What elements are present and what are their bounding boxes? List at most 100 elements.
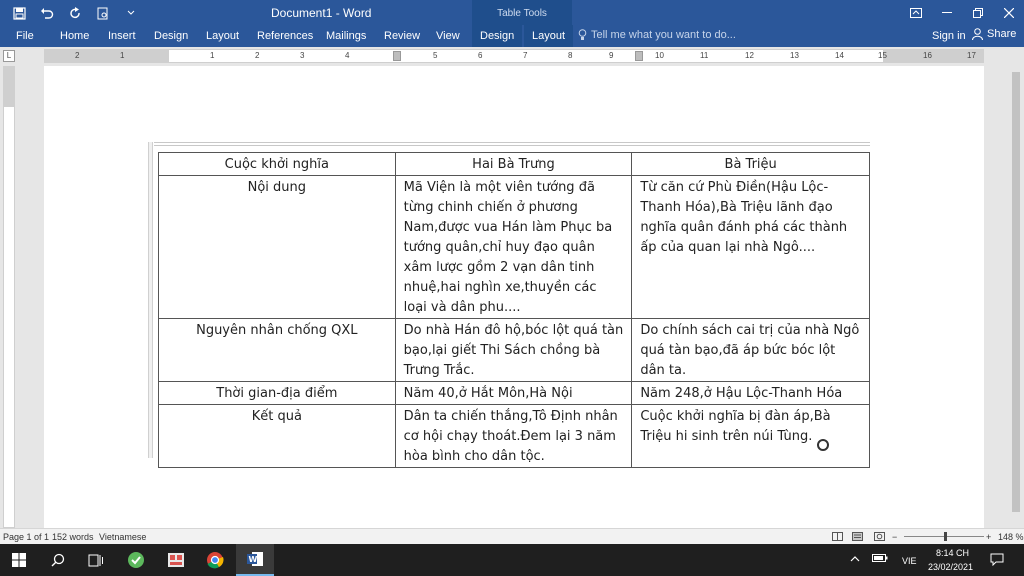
tray-overflow-icon[interactable] xyxy=(850,554,860,564)
restore-icon[interactable] xyxy=(963,0,993,25)
vertical-ruler[interactable] xyxy=(3,66,15,528)
share-label: Share xyxy=(987,28,1017,40)
horizontal-ruler[interactable]: 2 1 1 2 3 4 5 6 7 8 9 10 11 12 13 14 15 … xyxy=(44,49,984,63)
ruler-tick: 2 xyxy=(75,51,80,60)
read-mode-icon[interactable] xyxy=(832,532,843,543)
tab-review[interactable]: Review xyxy=(384,30,420,42)
comparison-table[interactable]: Cuộc khởi nghĩa Hai Bà Trưng Bà Triệu Nộ… xyxy=(158,152,870,468)
table-row: Thời gian-địa điểm Năm 40,ở Hắt Môn,Hà N… xyxy=(158,381,870,405)
table-cell[interactable]: Năm 40,ở Hắt Môn,Hà Nội xyxy=(394,381,633,405)
column-marker[interactable] xyxy=(393,51,401,61)
ruler-tick: 5 xyxy=(433,51,438,60)
tell-me-box[interactable]: Tell me what you want to do... xyxy=(578,29,736,41)
ruler-tick: 1 xyxy=(210,51,215,60)
customize-qat-icon[interactable] xyxy=(118,3,144,23)
chrome-icon[interactable] xyxy=(196,544,234,576)
zoom-level[interactable]: 148 % xyxy=(998,532,1024,542)
header-cell[interactable]: Cuộc khởi nghĩa xyxy=(158,152,396,176)
ruler-tick: 1 xyxy=(120,51,125,60)
scroll-thumb[interactable] xyxy=(1012,72,1020,512)
undo-icon[interactable] xyxy=(34,3,60,23)
redo-icon[interactable] xyxy=(62,3,88,23)
table-header-row: Cuộc khởi nghĩa Hai Bà Trưng Bà Triệu xyxy=(158,152,870,176)
ribbon-display-icon[interactable] xyxy=(901,0,931,25)
column-marker[interactable] xyxy=(635,51,643,61)
ruler-tick: 13 xyxy=(790,51,799,60)
clock-date[interactable]: 23/02/2021 xyxy=(928,562,973,572)
tab-home[interactable]: Home xyxy=(60,30,89,42)
title-bar: Document1 - Word Table Tools xyxy=(0,0,1024,25)
ruler-tick: 11 xyxy=(700,51,709,60)
ruler-tick: 4 xyxy=(345,51,350,60)
tab-mailings[interactable]: Mailings xyxy=(326,30,366,42)
table-cell[interactable]: Năm 248,ở Hậu Lộc-Thanh Hóa xyxy=(631,381,870,405)
tab-file[interactable]: File xyxy=(16,30,34,42)
tab-table-layout[interactable]: Layout xyxy=(524,25,574,47)
ruler-tick: 7 xyxy=(523,51,528,60)
lightbulb-icon xyxy=(578,29,587,40)
input-language[interactable]: VIE xyxy=(902,556,917,566)
close-icon[interactable] xyxy=(994,0,1024,25)
zoom-slider-thumb[interactable] xyxy=(944,532,947,541)
table-cell[interactable]: Do nhà Hán đô hộ,bóc lột quá tàn bạo,lại… xyxy=(394,318,633,382)
window-title: Document1 - Word xyxy=(271,6,372,20)
tab-design[interactable]: Design xyxy=(154,30,188,42)
ruler-tick: 14 xyxy=(835,51,844,60)
minimize-icon[interactable] xyxy=(932,0,962,25)
tab-view[interactable]: View xyxy=(436,30,460,42)
table-container: Cuộc khởi nghĩa Hai Bà Trưng Bà Triệu Nộ… xyxy=(158,152,870,468)
ruler-tick: 10 xyxy=(655,51,664,60)
tab-layout[interactable]: Layout xyxy=(206,30,239,42)
table-cell[interactable]: Thời gian-địa điểm xyxy=(158,381,396,405)
header-cell[interactable]: Hai Bà Trưng xyxy=(394,152,633,176)
document-page[interactable]: Cuộc khởi nghĩa Hai Bà Trưng Bà Triệu Nộ… xyxy=(44,66,984,528)
taskbar: W VIE 8:14 CH 23/02/2021 xyxy=(0,544,1024,576)
ruler-area: L 2 1 1 2 3 4 5 6 7 8 9 10 11 12 13 14 1… xyxy=(0,47,1024,65)
share-button[interactable]: Share xyxy=(972,28,1016,40)
word-count[interactable]: 152 words xyxy=(52,532,94,542)
table-cell[interactable]: Mã Viện là một viên tướng đã từng chinh … xyxy=(394,175,633,319)
window-controls xyxy=(900,0,1024,25)
table-cell[interactable]: Từ căn cứ Phù Điền(Hậu Lộc-Thanh Hóa),Bà… xyxy=(631,175,870,319)
app-green-icon[interactable] xyxy=(117,544,155,576)
tell-me-placeholder: Tell me what you want to do... xyxy=(591,29,736,41)
windows-start-icon[interactable] xyxy=(0,544,38,576)
tab-table-design[interactable]: Design xyxy=(472,25,523,47)
language-indicator[interactable]: Vietnamese xyxy=(99,532,146,542)
app-red-icon[interactable] xyxy=(157,544,195,576)
table-cell[interactable]: Nguyên nhân chống QXL xyxy=(158,318,396,382)
table-selection-bar[interactable] xyxy=(148,142,153,458)
table-cell[interactable]: Kết quả xyxy=(158,404,396,468)
print-preview-icon[interactable] xyxy=(90,3,116,23)
table-cell[interactable]: Do chính sách cai trị của nhà Ngô quá tà… xyxy=(631,318,870,382)
print-layout-icon[interactable] xyxy=(852,532,863,543)
header-cell[interactable]: Bà Triệu xyxy=(631,152,870,176)
clock-time[interactable]: 8:14 CH xyxy=(936,548,969,558)
save-icon[interactable] xyxy=(6,3,32,23)
zoom-out-icon[interactable]: − xyxy=(892,532,897,542)
tab-insert[interactable]: Insert xyxy=(108,30,136,42)
sign-in-link[interactable]: Sign in xyxy=(932,30,966,42)
web-layout-icon[interactable] xyxy=(874,532,885,543)
ruler-tick: 6 xyxy=(478,51,483,60)
table-cell[interactable]: Cuộc khởi nghĩa bị đàn áp,Bà Triệu hi si… xyxy=(631,404,870,468)
ruler-tick: 2 xyxy=(255,51,260,60)
page-count[interactable]: Page 1 of 1 xyxy=(3,532,49,542)
task-view-icon[interactable] xyxy=(77,544,115,576)
ruler-tick: 8 xyxy=(568,51,573,60)
table-row: Kết quả Dân ta chiến thắng,Tô Định nhân … xyxy=(158,404,870,468)
vertical-scrollbar[interactable] xyxy=(1008,66,1024,528)
word-taskbar-icon[interactable]: W xyxy=(236,544,274,576)
table-cell[interactable]: Nội dung xyxy=(158,175,396,319)
tab-selector-icon[interactable]: L xyxy=(3,50,15,62)
svg-text:W: W xyxy=(249,555,258,564)
ruler-left-margin xyxy=(45,50,169,62)
tab-references[interactable]: References xyxy=(257,30,313,42)
notifications-icon[interactable] xyxy=(990,553,1004,568)
battery-icon[interactable] xyxy=(872,553,888,565)
zoom-in-icon[interactable]: + xyxy=(986,532,991,542)
search-icon[interactable] xyxy=(39,544,77,576)
table-cell[interactable]: Dân ta chiến thắng,Tô Định nhân cơ hội c… xyxy=(394,404,633,468)
ribbon-tabs: File Home Insert Design Layout Reference… xyxy=(0,25,1024,47)
table-row: Nguyên nhân chống QXL Do nhà Hán đô hộ,b… xyxy=(158,318,870,382)
